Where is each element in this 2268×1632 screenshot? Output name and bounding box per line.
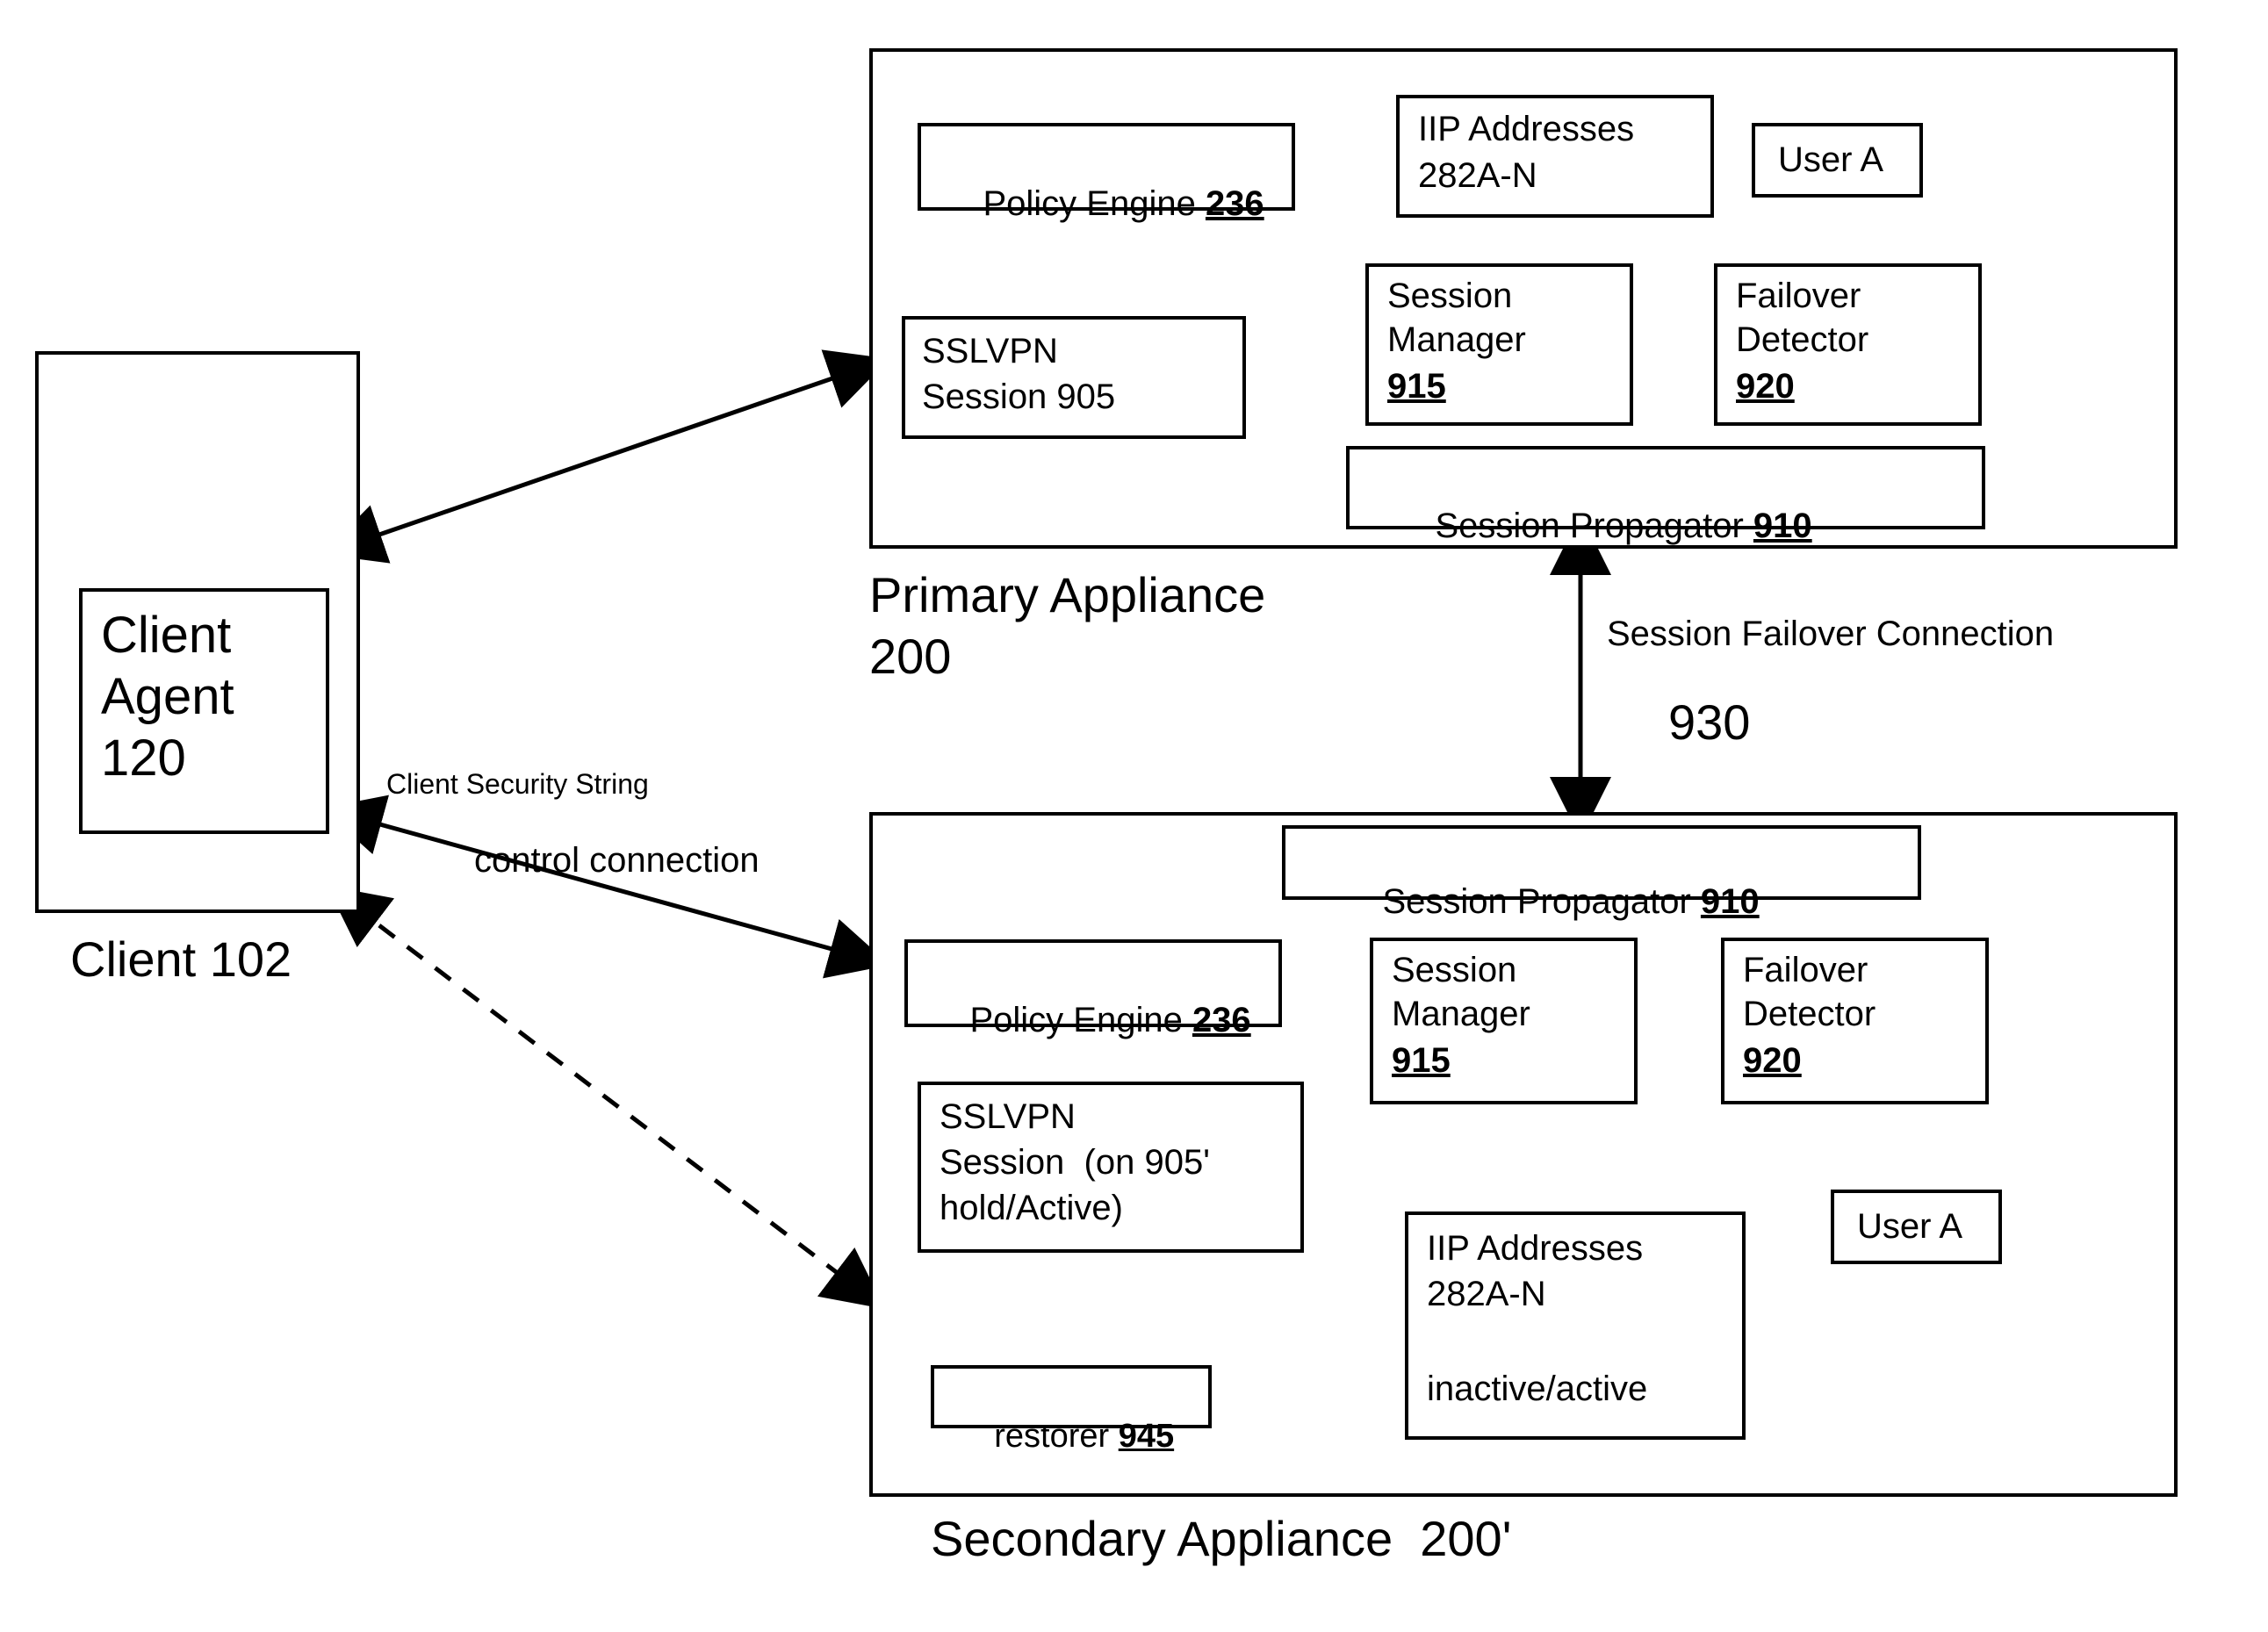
primary-sslvpn-l1: SSLVPN [922,332,1058,371]
secondary-usera-text: User A [1857,1207,1962,1247]
failover-label: Session Failover Connection [1607,615,2054,654]
secondary-sslvpn-l1: SSLVPN [940,1097,1076,1137]
secondary-iip-l2: 282A-N [1427,1275,1546,1314]
primary-label-l2: 200 [869,628,951,685]
conn-client-secondary-dashed [351,904,860,1291]
secondary-iip-l1: IIP Addresses [1427,1229,1643,1269]
secondary-smgr-l2: Manager [1392,995,1530,1034]
client-agent-l3: 120 [101,729,186,787]
primary-iip-l2: 282A-N [1418,156,1537,196]
primary-sslvpn-l2: Session 905 [922,377,1115,417]
failover-num: 930 [1668,694,1750,751]
primary-smgr-ref: 915 [1387,367,1446,406]
primary-smgr-l2: Manager [1387,320,1526,360]
control-connection-label: control connection [474,841,760,881]
secondary-label: Secondary Appliance 200' [931,1510,1511,1567]
primary-fdet-l2: Detector [1736,320,1868,360]
client-agent-l1: Client [101,606,231,665]
secondary-fdet-ref: 920 [1743,1041,1802,1081]
primary-sprop-text: Session Propagator 910 [1396,467,1812,586]
client-security-label: Client Security String [386,768,649,801]
secondary-fdet-l2: Detector [1743,995,1876,1034]
secondary-smgr-l1: Session [1392,951,1516,990]
client-agent-l2: Agent [101,667,234,726]
conn-client-primary [351,369,860,544]
secondary-sslvpn-l2: Session (on 905' [940,1143,1210,1183]
secondary-fdet-l1: Failover [1743,951,1868,990]
primary-fdet-ref: 920 [1736,367,1795,406]
secondary-restorer-text: restorer 945 [957,1380,1174,1493]
primary-iip-l1: IIP Addresses [1418,110,1634,149]
diagram-stage: Client Agent 120 Client 102 Client Secur… [0,0,2268,1632]
client-label: Client 102 [70,931,292,988]
primary-usera-text: User A [1778,140,1883,180]
secondary-smgr-ref: 915 [1392,1041,1451,1081]
primary-fdet-l1: Failover [1736,277,1861,316]
secondary-policy-engine-text: Policy Engine 236 [931,961,1251,1080]
conn-client-secondary-control [351,816,860,957]
secondary-iip-l3: inactive/active [1427,1370,1647,1409]
primary-smgr-l1: Session [1387,277,1512,316]
primary-policy-engine-text: Policy Engine 236 [944,145,1264,263]
secondary-sslvpn-l3: hold/Active) [940,1189,1123,1228]
primary-label-l1: Primary Appliance [869,566,1265,623]
